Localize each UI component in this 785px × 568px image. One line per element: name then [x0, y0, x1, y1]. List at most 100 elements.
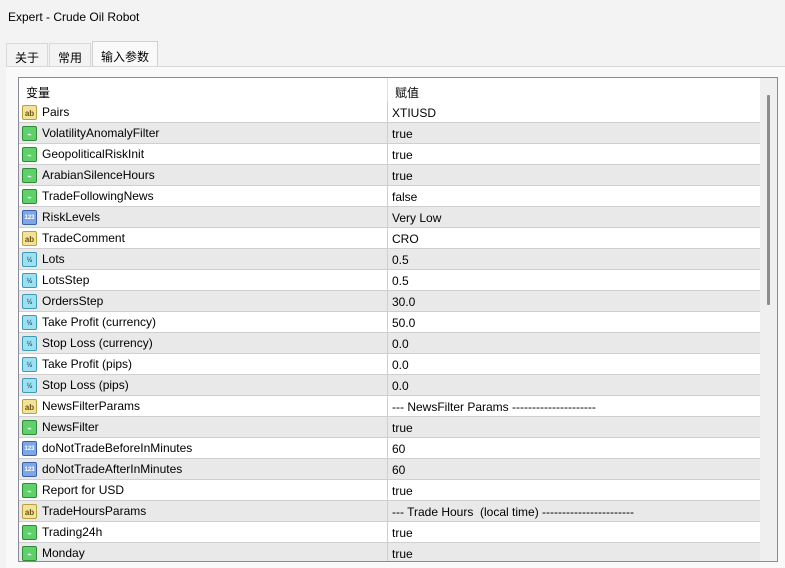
value-cell[interactable]: Very Low: [388, 207, 441, 227]
variable-cell[interactable]: ⌁ NewsFilter: [19, 417, 388, 437]
table-row[interactable]: ⌁ TradeFollowingNews false: [19, 186, 760, 207]
table-row[interactable]: ⌁ VolatilityAnomalyFilter true: [19, 123, 760, 144]
variable-cell[interactable]: ½ OrdersStep: [19, 291, 388, 311]
variable-cell[interactable]: ½ Stop Loss (currency): [19, 333, 388, 353]
variable-cell[interactable]: ⌁ Report for USD: [19, 480, 388, 500]
variable-cell[interactable]: 123 RiskLevels: [19, 207, 388, 227]
value-cell[interactable]: 0.5: [388, 249, 409, 269]
double-type-icon: ½: [22, 251, 37, 267]
tab-common[interactable]: 常用: [49, 43, 92, 67]
value-cell[interactable]: true: [388, 123, 413, 143]
value-cell[interactable]: 0.0: [388, 354, 409, 374]
table-row[interactable]: ⌁ Report for USD true: [19, 480, 760, 501]
table-row[interactable]: ab NewsFilterParams --- NewsFilter Params …: [19, 396, 760, 417]
table-body: ab Pairs XTIUSD ⌁ VolatilityAnomalyFilter tru…: [19, 102, 760, 561]
variable-cell[interactable]: ⌁ TradeFollowingNews: [19, 186, 388, 206]
value-cell[interactable]: CRO: [388, 228, 419, 248]
variable-cell[interactable]: ⌁ GeopoliticalRiskInit: [19, 144, 388, 164]
value-cell[interactable]: 50.0: [388, 312, 415, 332]
variable-cell[interactable]: ⌁ Monday: [19, 543, 388, 561]
table-row[interactable]: ab TradeComment CRO: [19, 228, 760, 249]
variable-cell[interactable]: ½ Take Profit (pips): [19, 354, 388, 374]
integer-type-icon: 123: [22, 461, 37, 477]
variable-cell[interactable]: ½ Take Profit (currency): [19, 312, 388, 332]
variable-cell[interactable]: ab TradeHoursParams: [19, 501, 388, 521]
table-row[interactable]: ½ LotsStep 0.5: [19, 270, 760, 291]
value-cell[interactable]: true: [388, 522, 413, 542]
value-cell[interactable]: true: [388, 480, 413, 500]
table-row[interactable]: ab TradeHoursParams --- Trade Hours (local…: [19, 501, 760, 522]
value-cell[interactable]: false: [388, 186, 417, 206]
variable-name: Take Profit (pips): [42, 357, 133, 371]
double-type-icon: ½: [22, 293, 37, 309]
variable-cell[interactable]: ½ Lots: [19, 249, 388, 269]
value-cell[interactable]: 30.0: [388, 291, 415, 311]
variable-cell[interactable]: ⌁ Trading24h: [19, 522, 388, 542]
table-row[interactable]: ⌁ ArabianSilenceHours true: [19, 165, 760, 186]
integer-type-icon: 123: [22, 209, 37, 225]
column-header-variable[interactable]: 变量: [19, 78, 388, 102]
value-cell[interactable]: 0.0: [388, 375, 409, 395]
scrollbar-thumb[interactable]: [767, 95, 770, 305]
value-cell[interactable]: true: [388, 144, 413, 164]
double-type-icon: ½: [22, 335, 37, 351]
value-cell[interactable]: 0.0: [388, 333, 409, 353]
variable-cell[interactable]: 123 doNotTradeAfterInMinutes: [19, 459, 388, 479]
variable-cell[interactable]: ab Pairs: [19, 102, 388, 122]
double-type-icon: ½: [22, 356, 37, 372]
table-row[interactable]: ⌁ Monday true: [19, 543, 760, 561]
table-row[interactable]: ½ Lots 0.5: [19, 249, 760, 270]
variable-cell[interactable]: ab TradeComment: [19, 228, 388, 248]
table-row[interactable]: 123 doNotTradeAfterInMinutes 60: [19, 459, 760, 480]
vertical-scrollbar[interactable]: [760, 78, 777, 561]
table-row[interactable]: ab Pairs XTIUSD: [19, 102, 760, 123]
value-cell[interactable]: 0.5: [388, 270, 409, 290]
variable-name: doNotTradeBeforeInMinutes: [42, 441, 193, 455]
variable-cell[interactable]: ab NewsFilterParams: [19, 396, 388, 416]
boolean-type-icon: ⌁: [22, 188, 37, 204]
value-cell[interactable]: XTIUSD: [388, 102, 436, 122]
double-type-icon: ½: [22, 314, 37, 330]
variable-name: ArabianSilenceHours: [42, 168, 155, 182]
tab-about[interactable]: 关于: [6, 43, 49, 67]
value-cell[interactable]: --- NewsFilter Params ------------------…: [388, 396, 596, 416]
variable-cell[interactable]: ½ Stop Loss (pips): [19, 375, 388, 395]
value-cell[interactable]: true: [388, 165, 413, 185]
value-cell[interactable]: 60: [388, 459, 405, 479]
string-type-icon: ab: [22, 503, 37, 519]
tab-inputs[interactable]: 输入参数: [92, 41, 159, 67]
variable-name: OrdersStep: [42, 294, 104, 308]
table-row[interactable]: ½ Take Profit (currency) 50.0: [19, 312, 760, 333]
column-header-value[interactable]: 赋值: [388, 78, 419, 102]
boolean-type-icon: ⌁: [22, 524, 37, 540]
table-row[interactable]: ½ Take Profit (pips) 0.0: [19, 354, 760, 375]
table-row[interactable]: ½ Stop Loss (currency) 0.0: [19, 333, 760, 354]
boolean-type-icon: ⌁: [22, 482, 37, 498]
variable-name: TradeComment: [42, 231, 125, 245]
value-cell[interactable]: 60: [388, 438, 405, 458]
variable-name: Lots: [42, 252, 65, 266]
tab-bar: 关于 常用 输入参数: [6, 41, 159, 67]
variable-cell[interactable]: ½ LotsStep: [19, 270, 388, 290]
variable-cell[interactable]: ⌁ VolatilityAnomalyFilter: [19, 123, 388, 143]
table-row[interactable]: ⌁ NewsFilter true: [19, 417, 760, 438]
table-row[interactable]: ½ Stop Loss (pips) 0.0: [19, 375, 760, 396]
table-row[interactable]: ⌁ Trading24h true: [19, 522, 760, 543]
variable-name: LotsStep: [42, 273, 90, 287]
variable-name: Report for USD: [42, 483, 125, 497]
variable-cell[interactable]: ⌁ ArabianSilenceHours: [19, 165, 388, 185]
variable-name: GeopoliticalRiskInit: [42, 147, 145, 161]
variable-name: NewsFilterParams: [42, 399, 141, 413]
value-cell[interactable]: --- Trade Hours (local time) -----------…: [388, 501, 634, 521]
double-type-icon: ½: [22, 272, 37, 288]
value-cell[interactable]: true: [388, 417, 413, 437]
table-row[interactable]: 123 RiskLevels Very Low: [19, 207, 760, 228]
boolean-type-icon: ⌁: [22, 146, 37, 162]
table-row[interactable]: ½ OrdersStep 30.0: [19, 291, 760, 312]
table-row[interactable]: 123 doNotTradeBeforeInMinutes 60: [19, 438, 760, 459]
variable-name: Stop Loss (currency): [42, 336, 153, 350]
variable-cell[interactable]: 123 doNotTradeBeforeInMinutes: [19, 438, 388, 458]
value-cell[interactable]: true: [388, 543, 413, 561]
variable-name: Take Profit (currency): [42, 315, 157, 329]
table-row[interactable]: ⌁ GeopoliticalRiskInit true: [19, 144, 760, 165]
